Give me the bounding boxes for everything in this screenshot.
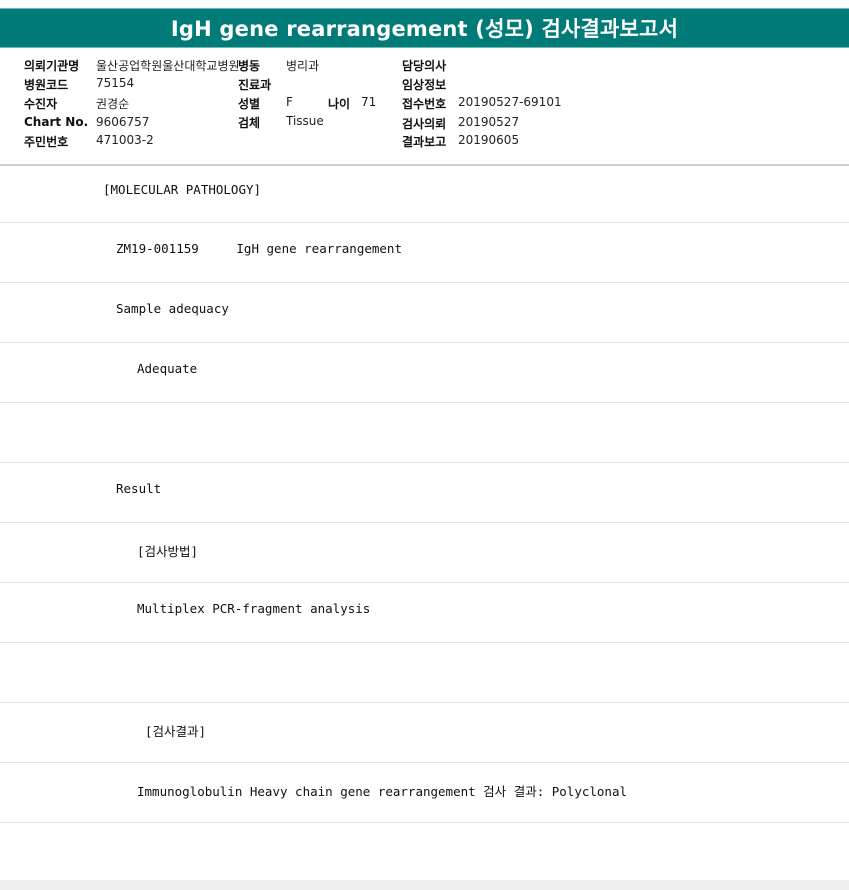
- requesting-institution-value: 울산공업학원울산대학교병원: [96, 59, 240, 73]
- hospital-code-value: 75154: [96, 76, 135, 90]
- department-label: 진료과: [238, 78, 272, 92]
- report-line: Immunoglobulin Heavy chain gene rearrang…: [0, 763, 849, 823]
- hospital-code-label: 병원코드: [24, 78, 69, 92]
- specimen-value: Tissue: [286, 114, 324, 128]
- age-label: 나이: [328, 97, 351, 111]
- report-line: ZM19-001159 IgH gene rearrangement: [0, 223, 849, 283]
- report-line: [0, 643, 849, 703]
- report-line: Sample adequacy: [0, 283, 849, 343]
- patient-name-value: 권경순: [96, 97, 130, 111]
- receipt-no-label: 접수번호: [402, 97, 447, 111]
- requesting-institution-label: 의뢰기관명: [24, 59, 80, 73]
- report-line-text: [MOLECULAR PATHOLOGY]: [103, 182, 262, 197]
- report-line-text: [검사결과]: [145, 724, 207, 739]
- ward-label: 병동: [238, 59, 261, 73]
- chart-no-label: Chart No.: [24, 115, 89, 129]
- resident-no-label: 주민번호: [24, 135, 69, 149]
- report-line-text: Adequate: [137, 361, 198, 376]
- report-line-text: [검사방법]: [137, 544, 199, 559]
- report-line-text: Multiplex PCR-fragment analysis: [137, 601, 371, 616]
- report-line: [0, 823, 849, 883]
- receipt-no-value: 20190527-69101: [458, 95, 562, 109]
- report-title: IgH gene rearrangement (성모) 검사결과보고서: [0, 8, 849, 48]
- resident-no-value: 471003-2: [96, 133, 154, 147]
- report-line: [0, 403, 849, 463]
- clinical-info-label: 임상정보: [402, 78, 447, 92]
- report-date-value: 20190605: [458, 133, 520, 147]
- specimen-label: 검체: [238, 116, 261, 130]
- report-line: Multiplex PCR-fragment analysis: [0, 583, 849, 643]
- report-line-text: Result: [116, 481, 162, 496]
- report-line: Adequate: [0, 343, 849, 403]
- report-frame: IgH gene rearrangement (성모) 검사결과보고서 의뢰기관…: [0, 0, 849, 890]
- report-line-text: Sample adequacy: [116, 301, 229, 316]
- age-value: 71: [361, 95, 377, 109]
- request-date-label: 검사의뢰: [402, 117, 447, 131]
- report-line: [MOLECULAR PATHOLOGY]: [0, 166, 849, 223]
- attending-doctor-label: 담당의사: [402, 59, 447, 73]
- report-date-label: 결과보고: [402, 135, 447, 149]
- patient-info-panel: 의뢰기관명 울산공업학원울산대학교병원 병동 병리과 담당의사 병원코드 751…: [0, 52, 849, 164]
- sex-value: F: [286, 95, 293, 109]
- bottom-strip: [0, 880, 849, 890]
- ward-value: 병리과: [286, 59, 320, 73]
- chart-no-value: 9606757: [96, 115, 150, 129]
- report-line: [검사결과]: [0, 703, 849, 763]
- sex-label: 성별: [238, 97, 261, 111]
- report-line: [검사방법]: [0, 523, 849, 583]
- report-body: [MOLECULAR PATHOLOGY] ZM19-001159 IgH gen…: [0, 166, 849, 883]
- report-line-text: Immunoglobulin Heavy chain gene rearrang…: [137, 784, 628, 799]
- report-title-text: IgH gene rearrangement (성모) 검사결과보고서: [170, 17, 679, 41]
- request-date-value: 20190527: [458, 115, 520, 129]
- report-line-text: ZM19-001159 IgH gene rearrangement: [116, 241, 402, 256]
- patient-name-label: 수진자: [24, 97, 58, 111]
- report-line: Result: [0, 463, 849, 523]
